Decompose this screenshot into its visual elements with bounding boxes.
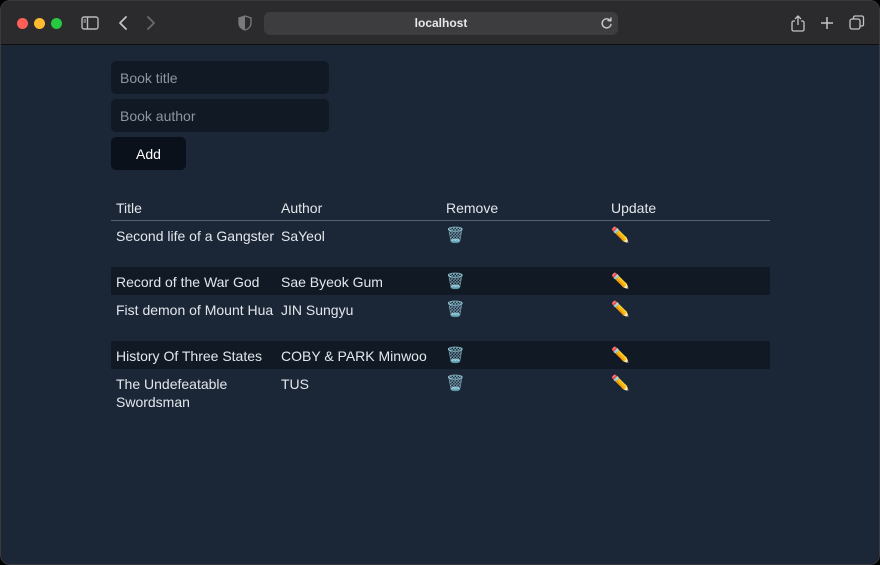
- book-title-input[interactable]: [111, 61, 329, 94]
- add-book-button[interactable]: Add: [111, 137, 186, 170]
- table-header: Title Author Remove Update: [111, 194, 770, 221]
- page-content: Add Title Author Remove Update Second li…: [1, 46, 879, 564]
- reload-icon[interactable]: [599, 16, 614, 31]
- book-title-cell: Second life of a Gangster: [116, 228, 274, 244]
- book-author-input[interactable]: [111, 99, 329, 132]
- browser-window: localhost Add Title Author Remove Update: [0, 0, 880, 565]
- author-column-header: Author: [281, 200, 323, 216]
- update-book-pencil-icon[interactable]: ✏️: [611, 227, 630, 245]
- update-book-pencil-icon[interactable]: ✏️: [611, 301, 630, 319]
- book-title-cell: History Of Three States: [116, 348, 263, 364]
- url-text: localhost: [414, 16, 468, 30]
- books-table: Title Author Remove Update Second life o…: [111, 194, 770, 415]
- book-title-cell: Fist demon of Mount Hua: [116, 302, 274, 318]
- minimize-window-button[interactable]: [34, 18, 45, 29]
- book-title-cell: Record of the War God: [116, 274, 260, 290]
- update-book-pencil-icon[interactable]: ✏️: [611, 347, 630, 365]
- table-row: History Of Three States COBY & PARK Minw…: [111, 341, 770, 369]
- sidebar-toggle-icon[interactable]: [79, 12, 101, 34]
- table-row: Record of the War God Sae Byeok Gum 🗑️ ✏…: [111, 267, 770, 295]
- tab-overview-icon[interactable]: [846, 12, 868, 34]
- book-author-cell: SaYeol: [281, 228, 325, 244]
- table-row: The Undefeatable Swordsman TUS 🗑️ ✏️: [111, 369, 770, 415]
- browser-toolbar: localhost: [1, 1, 879, 45]
- share-icon[interactable]: [787, 12, 809, 34]
- update-column-header: Update: [611, 200, 657, 216]
- remove-book-trash-icon[interactable]: 🗑️: [446, 375, 465, 393]
- back-icon[interactable]: [112, 12, 134, 34]
- privacy-shield-icon[interactable]: [234, 12, 256, 34]
- forward-icon[interactable]: [140, 12, 162, 34]
- close-window-button[interactable]: [17, 18, 28, 29]
- remove-column-header: Remove: [446, 200, 499, 216]
- remove-book-trash-icon[interactable]: 🗑️: [446, 273, 465, 291]
- zoom-window-button[interactable]: [51, 18, 62, 29]
- address-bar[interactable]: localhost: [264, 12, 618, 35]
- table-row: Fist demon of Mount Hua JIN Sungyu 🗑️ ✏️: [111, 295, 770, 341]
- remove-book-trash-icon[interactable]: 🗑️: [446, 227, 465, 245]
- book-author-cell: Sae Byeok Gum: [281, 274, 383, 290]
- book-author-cell: COBY & PARK Minwoo: [281, 348, 427, 364]
- table-row: Second life of a Gangster SaYeol 🗑️ ✏️: [111, 221, 770, 267]
- remove-book-trash-icon[interactable]: 🗑️: [446, 301, 465, 319]
- book-author-cell: TUS: [281, 376, 309, 392]
- title-column-header: Title: [116, 200, 142, 216]
- book-author-cell: JIN Sungyu: [281, 302, 354, 318]
- new-tab-icon[interactable]: [816, 12, 838, 34]
- book-title-cell: The Undefeatable Swordsman: [116, 376, 228, 410]
- remove-book-trash-icon[interactable]: 🗑️: [446, 347, 465, 365]
- update-book-pencil-icon[interactable]: ✏️: [611, 273, 630, 291]
- update-book-pencil-icon[interactable]: ✏️: [611, 375, 630, 393]
